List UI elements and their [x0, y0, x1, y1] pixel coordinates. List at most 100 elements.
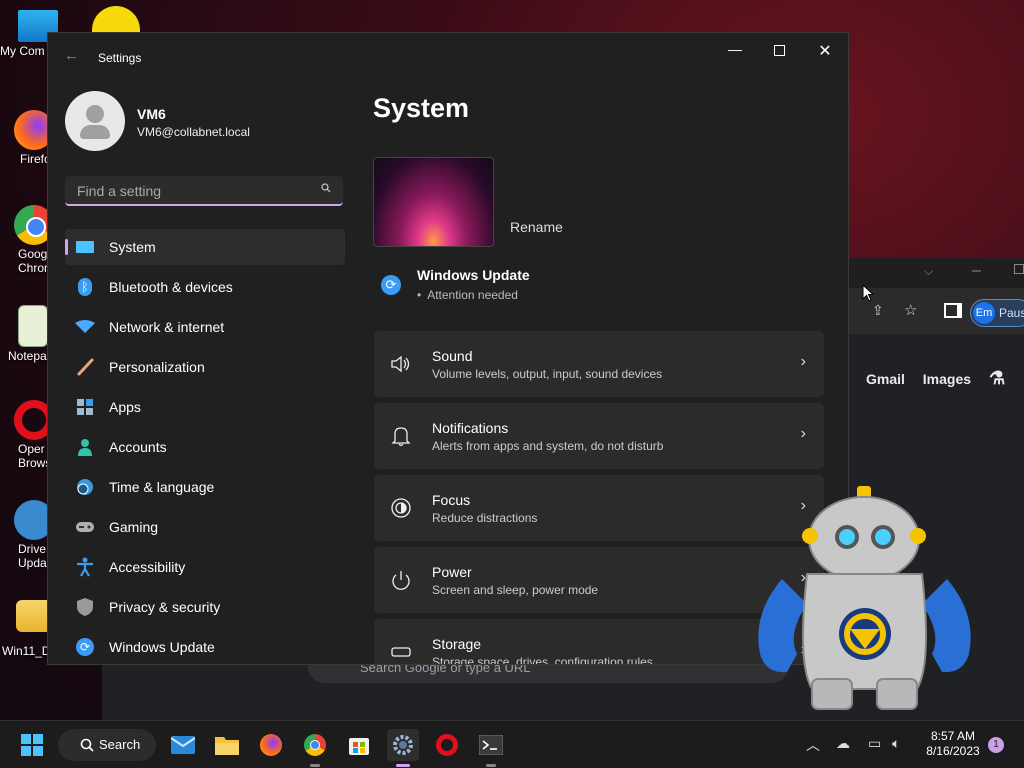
sidebar-item-network[interactable]: Network & internet [65, 309, 345, 345]
clock-time: 8:57 AM [930, 729, 976, 743]
sidebar-item-bluetooth[interactable]: ᛒ Bluetooth & devices [65, 269, 345, 305]
back-arrow-icon[interactable]: ← [64, 47, 79, 64]
sidebar-item-personalization[interactable]: Personalization [65, 349, 345, 385]
sidebar-item-accessibility[interactable]: Accessibility [65, 549, 345, 585]
monitor-icon [75, 237, 95, 257]
page-title: System [373, 93, 470, 123]
card-subtitle: Reduce distractions [432, 511, 538, 525]
card-subtitle: Storage space, drives, configuration rul… [432, 655, 653, 665]
desktop-icon-label: Notepa [8, 349, 47, 363]
card-title: Notifications [432, 420, 509, 436]
search-icon [80, 738, 94, 752]
sidebar-item-gaming[interactable]: Gaming [65, 509, 345, 545]
taskbar-chrome[interactable] [299, 729, 331, 767]
terminal-icon [479, 735, 503, 755]
sync-icon: ⟳ [75, 637, 95, 657]
desktop-icon-chrome[interactable]: Goog Chron [0, 205, 54, 275]
taskbar-search[interactable]: Search [58, 729, 156, 761]
desktop-icon-label: My Com [0, 44, 45, 58]
bluetooth-icon: ᛒ [75, 277, 95, 297]
sidebar-item-label: Accessibility [109, 559, 186, 575]
notification-badge[interactable]: 1 [988, 737, 1004, 753]
gamepad-icon [75, 517, 95, 537]
desktop-icon-notepad[interactable]: Notepa [0, 305, 50, 363]
close-button[interactable]: ✕ [812, 41, 838, 61]
chevron-down-icon[interactable]: ⌵ [924, 264, 933, 279]
sidebar-item-label: Privacy & security [109, 599, 221, 615]
user-name: VM6 [137, 106, 166, 122]
clock[interactable]: 8:57 AM 8/16/2023 [924, 729, 982, 759]
taskbar-firefox[interactable] [255, 729, 287, 761]
chevron-up-icon[interactable]: ︿ [806, 735, 820, 755]
desktop-icon-opera[interactable]: Oper Brows [0, 400, 54, 470]
search-input[interactable] [75, 182, 309, 200]
sync-icon: ⟳ [381, 275, 401, 295]
focus-icon [391, 498, 411, 518]
chrome-icon [304, 734, 326, 756]
sidebar-item-label: System [109, 239, 156, 255]
settings-search[interactable] [65, 176, 343, 206]
start-button[interactable] [16, 729, 48, 761]
card-sound[interactable]: Sound Volume levels, output, input, soun… [374, 331, 824, 397]
sidebar-item-privacy[interactable]: Privacy & security [65, 589, 345, 625]
sidebar-item-windows-update[interactable]: ⟳ Windows Update [65, 629, 345, 664]
cloud-offline-icon[interactable]: ☁ [836, 735, 850, 752]
avatar: Em [973, 302, 995, 324]
browser-toolbar: ⇪ ☆ Em Paus [848, 288, 1024, 334]
sidebar-item-time-language[interactable]: Time & language [65, 469, 345, 505]
windows-logo-icon [21, 734, 43, 756]
store-icon [349, 738, 369, 755]
minimize-button[interactable]: — [722, 41, 748, 61]
avatar[interactable] [65, 91, 125, 151]
folder-icon [215, 737, 239, 755]
desktop-icon-label: Oper Brows [18, 442, 52, 470]
firefox-icon [260, 734, 282, 756]
sidepanel-icon[interactable] [944, 303, 962, 318]
sidebar-item-accounts[interactable]: Accounts [65, 429, 345, 465]
share-icon[interactable]: ⇪ [872, 302, 884, 319]
mail-icon [171, 736, 195, 754]
robot-mascot-icon [758, 486, 971, 710]
minimize-button[interactable]: – [972, 262, 981, 280]
taskbar-settings[interactable] [387, 729, 419, 767]
desktop-icon-driver-updater[interactable]: Drive Updat [0, 500, 54, 570]
images-link[interactable]: Images [923, 371, 971, 387]
sidebar-item-label: Time & language [109, 479, 215, 495]
sidebar-item-label: Gaming [109, 519, 159, 535]
rename-link[interactable]: Rename [510, 219, 563, 235]
windows-update-title[interactable]: Windows Update [417, 267, 530, 283]
search-icon [321, 183, 331, 193]
profile-pill[interactable]: Em Paus [970, 299, 1024, 327]
taskbar-terminal[interactable] [475, 729, 507, 767]
bell-icon [391, 427, 411, 447]
sidebar-item-system[interactable]: System [65, 229, 345, 265]
maximize-button[interactable] [766, 41, 792, 61]
taskbar-store[interactable] [343, 729, 375, 761]
wallpaper-preview[interactable] [373, 157, 494, 247]
maximize-button[interactable] [1014, 264, 1024, 274]
sidebar-item-label: Network & internet [109, 319, 225, 335]
windows-update-status: Attention needed [417, 288, 518, 302]
card-notifications[interactable]: Notifications Alerts from apps and syste… [374, 403, 824, 469]
opera-icon [436, 734, 458, 756]
card-title: Sound [432, 348, 473, 364]
desktop-icon-label: Win11_D [2, 644, 51, 658]
desktop-icon-win11-folder[interactable]: Win11_D [0, 600, 56, 658]
taskbar-file-explorer[interactable] [211, 729, 243, 761]
sidebar-item-label: Personalization [109, 359, 205, 375]
desktop-icon-my-computer[interactable]: My Com [0, 10, 58, 58]
labs-icon[interactable]: ⚗ [989, 368, 1005, 388]
desktop-icon-firefox[interactable]: Firefo [0, 110, 54, 166]
taskbar-mail[interactable] [167, 729, 199, 761]
gmail-link[interactable]: Gmail [866, 371, 905, 387]
browser-titlebar: ⌵ – [848, 258, 1024, 288]
volume-icon[interactable]: 🔈︎ [892, 735, 900, 752]
sidebar-item-apps[interactable]: Apps [65, 389, 345, 425]
shield-icon [75, 597, 95, 617]
network-icon[interactable]: ▭ [868, 735, 881, 752]
card-title: Storage [432, 636, 482, 652]
wifi-icon [75, 317, 95, 337]
star-icon[interactable]: ☆ [904, 301, 917, 319]
card-subtitle: Alerts from apps and system, do not dist… [432, 439, 664, 453]
taskbar-opera[interactable] [431, 729, 463, 761]
